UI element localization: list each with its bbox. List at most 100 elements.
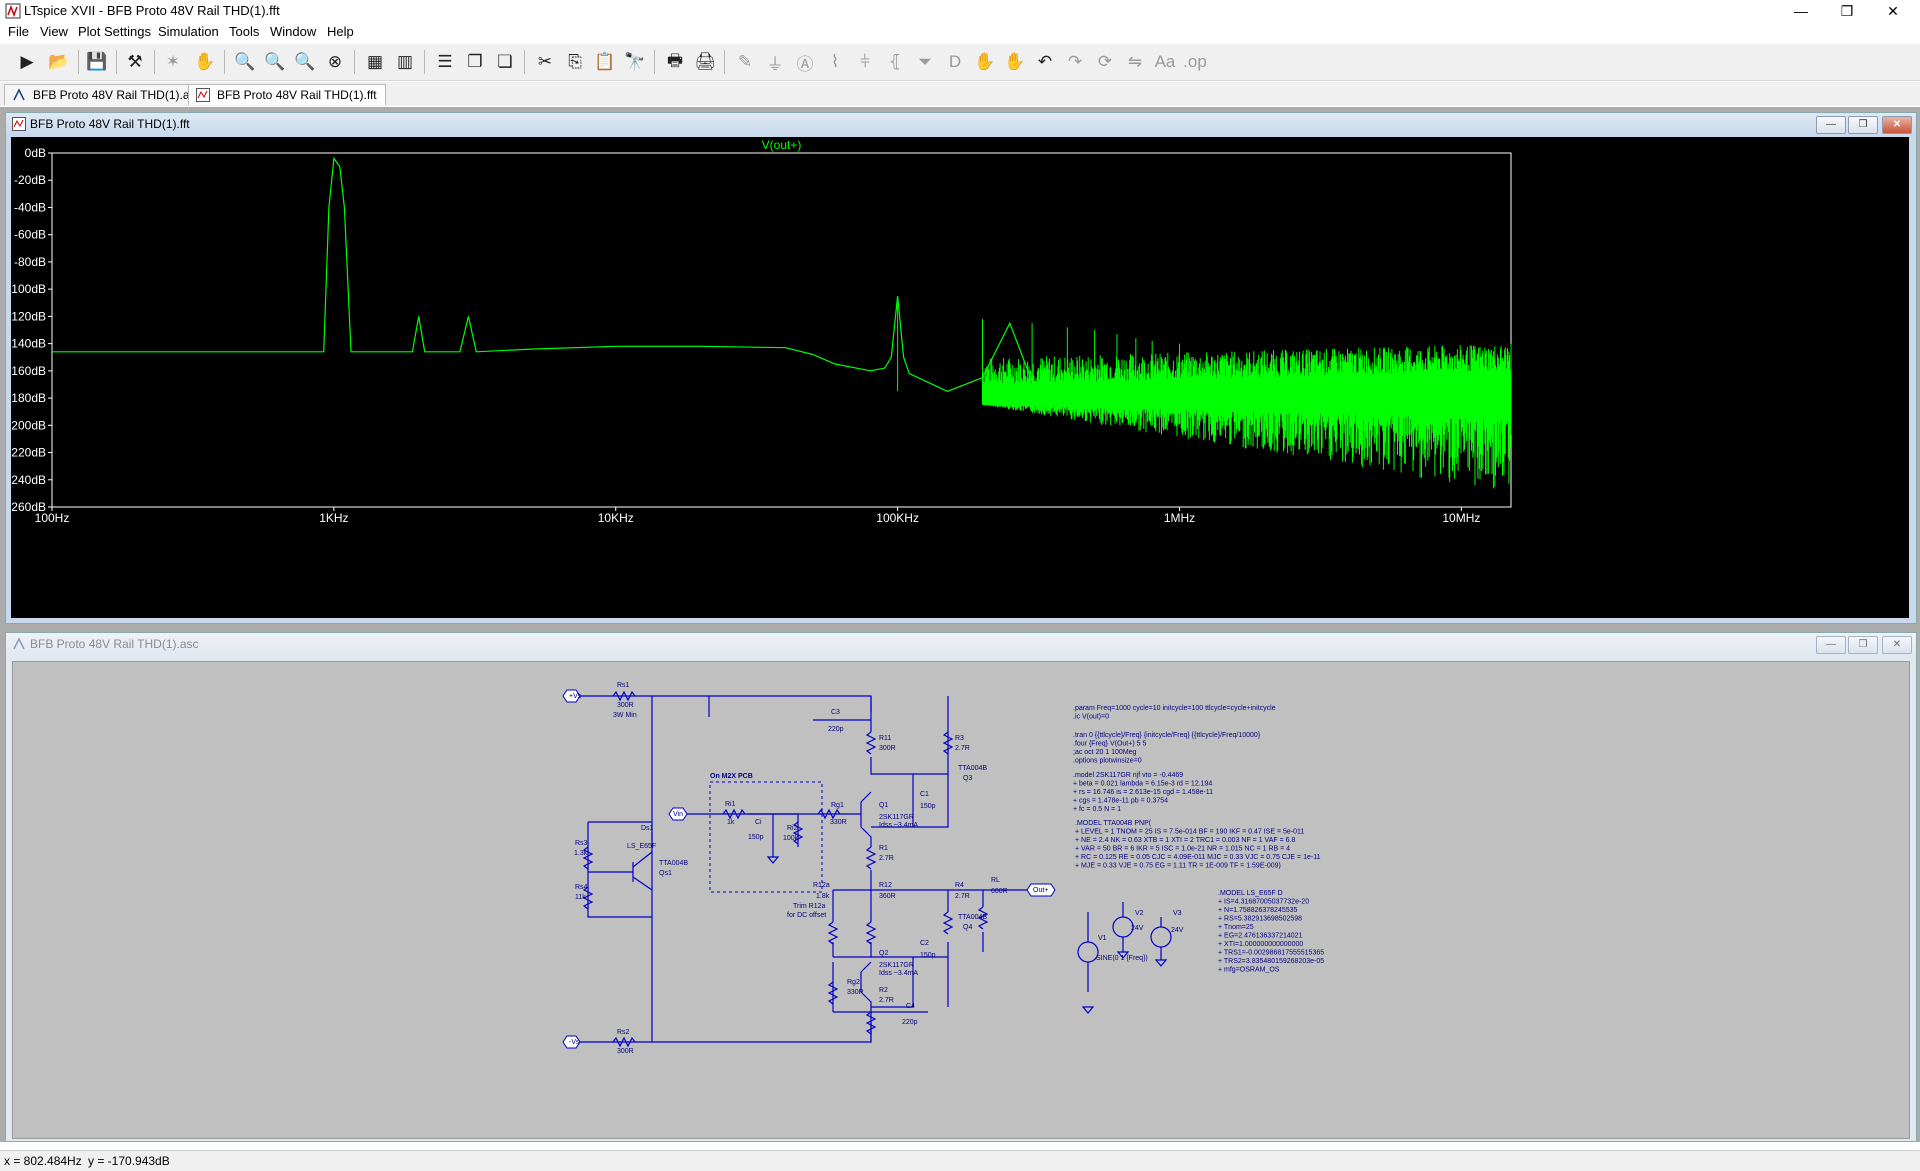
label-c2-val: 150p bbox=[920, 952, 936, 959]
plot-close-button[interactable]: ✕ bbox=[1882, 116, 1912, 134]
menu-simulation[interactable]: Simulation bbox=[158, 24, 219, 39]
paste-icon[interactable]: 📋 bbox=[592, 49, 618, 75]
inductor-icon[interactable]: ⦃ bbox=[882, 49, 908, 75]
component-icon[interactable]: D bbox=[942, 49, 968, 75]
find-icon[interactable]: 🔭 bbox=[622, 49, 648, 75]
waveform-icon bbox=[12, 117, 26, 131]
directive-line: + NE = 2.4 NK = 0.63 XTB = 1 XTI = 2 TRC… bbox=[1075, 837, 1295, 844]
menu-file[interactable]: File bbox=[8, 24, 29, 39]
redo-icon[interactable]: ↷ bbox=[1062, 49, 1088, 75]
ground-icon[interactable]: ⏚ bbox=[762, 49, 788, 75]
schematic-minimize-button[interactable]: — bbox=[1816, 636, 1846, 654]
cut-icon[interactable]: ✂ bbox=[532, 49, 558, 75]
resistors bbox=[582, 690, 989, 1048]
print-icon[interactable]: 🖶 bbox=[662, 49, 688, 75]
directive-line: + N=1.75882637824553​5 bbox=[1218, 907, 1298, 914]
close-button[interactable]: ✕ bbox=[1870, 0, 1916, 22]
label-c4-val: 220p bbox=[902, 1019, 918, 1026]
schematic-close-button[interactable]: ✕ bbox=[1882, 636, 1912, 654]
tab-fft[interactable]: BFB Proto 48V Rail THD(1).fft bbox=[188, 84, 386, 105]
diode-icon[interactable]: ⏷ bbox=[912, 49, 938, 75]
directive-line: + TRS1=-0.0029868175555153​65 bbox=[1218, 950, 1324, 957]
autorange-icon[interactable]: ▦ bbox=[362, 49, 388, 75]
maximize-button[interactable]: ❐ bbox=[1824, 0, 1870, 22]
copy-icon[interactable]: ⎘ bbox=[562, 49, 588, 75]
label-r4-val: 2.7R bbox=[955, 893, 970, 900]
y-tick-label: -80dB bbox=[14, 255, 46, 269]
label-q3: Q3 bbox=[963, 775, 972, 782]
y-tick-label: -160dB bbox=[11, 364, 46, 378]
zoom-fit-icon[interactable]: ⊗ bbox=[322, 49, 348, 75]
tab-schematic[interactable]: BFB Proto 48V Rail THD(1).asc bbox=[4, 84, 211, 105]
directive-line: + IS=4.31687005037732e-20 bbox=[1218, 899, 1309, 906]
fft-chart[interactable]: 0dB -20dB -40dB -60dB -80dB -100dB -120dB -140d… bbox=[11, 137, 1909, 618]
tile-vertical-icon[interactable]: ❏ bbox=[492, 49, 518, 75]
run-icon[interactable]: ✶ bbox=[160, 49, 186, 75]
zoom-in-icon[interactable]: 🔍 bbox=[232, 49, 258, 75]
mirror-icon[interactable]: ⇋ bbox=[1122, 49, 1148, 75]
label-net-icon[interactable]: Ⓐ bbox=[792, 49, 818, 75]
label-ri2-val: 100k bbox=[783, 835, 799, 842]
spice-directive-icon[interactable]: .op bbox=[1182, 49, 1208, 75]
label-c1: C1 bbox=[920, 791, 929, 798]
y-tick-label: -200dB bbox=[11, 418, 46, 432]
control-panel-icon[interactable]: ⚒ bbox=[122, 49, 148, 75]
pan-hand-icon[interactable]: ✋ bbox=[192, 49, 218, 75]
menu-help[interactable]: Help bbox=[327, 24, 354, 39]
label-ds1: Ds1 bbox=[641, 825, 654, 832]
draw-wire-icon[interactable]: ✎ bbox=[732, 49, 758, 75]
schematic-window-titlebar[interactable]: BFB Proto 48V Rail THD(1).asc — ❐ ✕ bbox=[6, 633, 1916, 655]
minimize-button[interactable]: — bbox=[1778, 0, 1824, 22]
text-icon[interactable]: Aa bbox=[1152, 49, 1178, 75]
rotate-icon[interactable]: ⟳ bbox=[1092, 49, 1118, 75]
label-r12: R12 bbox=[879, 882, 892, 889]
label-q2-type: 2SK117GR bbox=[879, 962, 914, 969]
drag-hand-icon[interactable]: ✋ bbox=[1002, 49, 1028, 75]
directive-line: + fc = 0.5 N = 1 bbox=[1073, 806, 1121, 813]
x-tick-label: 10KHz bbox=[598, 511, 634, 525]
new-schematic-icon[interactable]: ▶ bbox=[14, 49, 40, 75]
zoom-out-icon[interactable]: 🔍 bbox=[292, 49, 318, 75]
label-q1-type: 2SK117GR bbox=[879, 814, 914, 821]
schematic-drawing[interactable]: +Vs -Vs Rs1 300R 3W Min Rs2 300R Rs3 1.3… bbox=[13, 662, 1909, 1138]
directive-line: + VAR = 50 BR = 6 IKR = 5 ISC = 1.0e-21 … bbox=[1075, 846, 1290, 853]
directive-line: .MODEL LS_E65F D bbox=[1218, 890, 1283, 897]
move-hand-icon[interactable]: ✋ bbox=[972, 49, 998, 75]
label-rs3-val: 1.3k bbox=[574, 850, 588, 857]
label-rg1-val: 330R bbox=[830, 819, 847, 826]
label-r2: R2 bbox=[879, 987, 888, 994]
undo-icon[interactable]: ↶ bbox=[1032, 49, 1058, 75]
label-rs3: Rs3 bbox=[575, 840, 588, 847]
plot-restore-button[interactable]: ❐ bbox=[1848, 116, 1878, 134]
plot-minimize-button[interactable]: — bbox=[1816, 116, 1846, 134]
tile-horizontal-icon[interactable]: ☰ bbox=[432, 49, 458, 75]
label-r1: R1 bbox=[879, 845, 888, 852]
schematic-canvas[interactable]: +Vs -Vs Rs1 300R 3W Min Rs2 300R Rs3 1.3… bbox=[12, 661, 1910, 1139]
directive-line: + beta = 0.021 lambda = 6.15e-3 rd = 12.… bbox=[1073, 781, 1212, 788]
menu-tools[interactable]: Tools bbox=[229, 24, 259, 39]
menu-view[interactable]: View bbox=[40, 24, 68, 39]
plot-window-titlebar[interactable]: BFB Proto 48V Rail THD(1).fft — ❐ ✕ bbox=[6, 113, 1916, 135]
plot-pane[interactable]: 0dB -20dB -40dB -60dB -80dB -100dB -120dB -140d… bbox=[11, 137, 1909, 618]
manual-limits-icon[interactable]: ▥ bbox=[392, 49, 418, 75]
label-q2-idss: Idss ~3.4mA bbox=[879, 970, 918, 977]
save-icon[interactable]: 💾 bbox=[84, 49, 110, 75]
plot-frame bbox=[51, 152, 1512, 508]
label-rg2-val: 330R bbox=[847, 989, 864, 996]
net-vin: Vin bbox=[673, 811, 683, 818]
menu-window[interactable]: Window bbox=[270, 24, 316, 39]
resistor-icon[interactable]: ⌇ bbox=[822, 49, 848, 75]
capacitor-icon[interactable]: ⫩ bbox=[852, 49, 878, 75]
y-tick-label: -120dB bbox=[11, 309, 46, 323]
print-preview-icon[interactable]: 🖨 bbox=[692, 49, 718, 75]
schematic-restore-button[interactable]: ❐ bbox=[1848, 636, 1878, 654]
menu-plot-settings[interactable]: Plot Settings bbox=[78, 24, 151, 39]
label-q4-type: TTA004B bbox=[958, 914, 987, 921]
directive-line: + MJE = 0.33 VJE = 0.75 EG = 1.11 TR = 1… bbox=[1075, 863, 1281, 870]
zoom-area-icon[interactable]: 🔍 bbox=[262, 49, 288, 75]
label-q3-type: TTA004B bbox=[958, 765, 987, 772]
y-tick-label: -180dB bbox=[11, 391, 46, 405]
open-folder-icon[interactable]: 📂 bbox=[46, 49, 72, 75]
cascade-icon[interactable]: ❐ bbox=[462, 49, 488, 75]
directive-line: .model 2SK117GR njf vto = -0.4469 bbox=[1073, 772, 1183, 779]
